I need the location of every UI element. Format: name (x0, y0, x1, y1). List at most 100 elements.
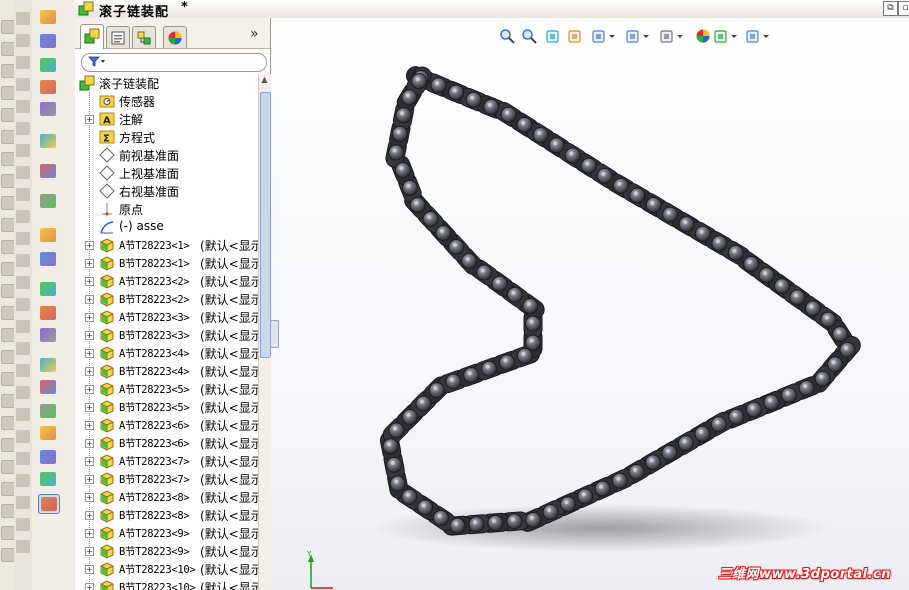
tree-item[interactable]: 传感器 (75, 92, 258, 110)
command-tab-icon[interactable] (1, 328, 15, 342)
tree-item[interactable]: 右视基准面 (75, 182, 258, 200)
command-tab-icon[interactable] (1, 284, 15, 298)
feature-filter-input[interactable] (81, 53, 267, 72)
tree-item[interactable]: + B节T28223<6> (默认<显示 (75, 434, 258, 452)
command-tab-icon[interactable] (16, 232, 30, 245)
command-tab-icon[interactable] (1, 86, 15, 100)
command-tab-icon[interactable] (16, 100, 30, 113)
command-tab-icon[interactable] (1, 218, 15, 232)
command-tool-icon[interactable] (38, 424, 58, 442)
tree-item[interactable]: + A节T28223<2> (默认<显示 (75, 272, 258, 290)
command-tab-icon[interactable] (1, 526, 15, 540)
command-tab-icon[interactable] (16, 144, 30, 157)
command-tab-icon[interactable] (1, 20, 15, 34)
command-tab-icon[interactable] (16, 518, 30, 531)
command-tool-icon[interactable] (38, 78, 58, 96)
tree-item[interactable]: + A节T28223<4> (默认<显示 (75, 344, 258, 362)
command-tool-icon[interactable] (38, 326, 58, 344)
expand-toggle[interactable]: + (85, 511, 94, 520)
expand-toggle[interactable]: + (85, 421, 94, 430)
command-tab-icon[interactable] (16, 320, 30, 333)
command-tab-icon[interactable] (1, 504, 15, 518)
command-tab-icon[interactable] (1, 196, 15, 210)
command-tab-icon[interactable] (16, 452, 30, 465)
expand-toggle[interactable]: + (85, 475, 94, 484)
command-tool-icon[interactable] (38, 402, 58, 420)
scrollbar-thumb[interactable] (260, 92, 271, 358)
command-tab-icon[interactable] (1, 482, 15, 496)
graphics-area[interactable]: Y 三维网www.3dportal.cn (271, 18, 909, 590)
tree-item[interactable]: + B节T28223<3> (默认<显示 (75, 326, 258, 344)
command-tab-icon[interactable] (1, 416, 15, 430)
command-tab-icon[interactable] (16, 34, 30, 47)
expand-toggle[interactable]: + (85, 493, 94, 502)
command-tool-icon[interactable] (38, 304, 58, 322)
expand-toggle[interactable]: + (85, 583, 94, 590)
tree-item[interactable]: + B节T28223<4> (默认<显示 (75, 362, 258, 380)
command-tab-icon[interactable] (16, 408, 30, 421)
command-tool-icon[interactable] (38, 132, 58, 150)
tree-item[interactable]: 上视基准面 (75, 164, 258, 182)
command-tab-icon[interactable] (1, 306, 15, 320)
tree-item[interactable]: + A节T28223<5> (默认<显示 (75, 380, 258, 398)
command-tab-icon[interactable] (1, 372, 15, 386)
command-tool-icon[interactable] (38, 226, 58, 244)
tree-item[interactable]: + B节T28223<9> (默认<显示 (75, 542, 258, 560)
expand-toggle[interactable]: + (85, 367, 94, 376)
roller-chain-model[interactable] (271, 18, 909, 590)
command-tab-icon[interactable] (1, 64, 15, 78)
command-tab-icon[interactable] (1, 438, 15, 452)
command-tab-icon[interactable] (16, 254, 30, 267)
command-tool-icon[interactable] (38, 470, 58, 488)
tree-item[interactable]: + A节T28223<1> (默认<显示 (75, 236, 258, 254)
expand-toggle[interactable]: + (85, 331, 94, 340)
expand-toggle[interactable]: + (85, 547, 94, 556)
tree-item[interactable]: + B节T28223<5> (默认<显示 (75, 398, 258, 416)
command-tab-icon[interactable] (1, 548, 15, 562)
command-tab-icon[interactable] (1, 42, 15, 56)
command-tab-icon[interactable] (16, 430, 30, 443)
command-tab-icon[interactable] (1, 108, 15, 122)
tree-item[interactable]: + B节T28223<1> (默认<显示 (75, 254, 258, 272)
command-tool-icon[interactable] (38, 494, 60, 514)
tree-item[interactable]: Σ 方程式 (75, 128, 258, 146)
command-tool-icon[interactable] (38, 32, 58, 50)
command-tab-icon[interactable] (16, 122, 30, 135)
close-window-button[interactable]: ▫ (898, 1, 909, 16)
expand-toggle[interactable]: + (85, 241, 94, 250)
tree-item[interactable]: (-) asse (75, 218, 258, 236)
command-tool-icon[interactable] (38, 448, 58, 466)
command-tab-icon[interactable] (16, 540, 30, 553)
command-tab-icon[interactable] (16, 56, 30, 69)
command-tool-icon[interactable] (38, 378, 58, 396)
command-tab-icon[interactable] (16, 386, 30, 399)
expand-toggle[interactable]: + (85, 439, 94, 448)
command-tab-icon[interactable] (16, 166, 30, 179)
tree-item[interactable]: 原点 (75, 200, 258, 218)
command-tab-icon[interactable] (16, 496, 30, 509)
feature-tree-scrollbar[interactable]: ▲ (258, 74, 271, 590)
expand-toggle[interactable]: + (85, 529, 94, 538)
command-tab-icon[interactable] (16, 78, 30, 91)
expand-toggle[interactable]: + (85, 115, 94, 124)
tree-item[interactable]: + A节T28223<9> (默认<显示 (75, 524, 258, 542)
command-tab-icon[interactable] (16, 276, 30, 289)
tab-property-manager[interactable] (106, 26, 130, 48)
tab-feature-manager-tree[interactable] (80, 24, 104, 49)
scroll-up-arrow[interactable]: ▲ (260, 75, 269, 88)
command-tab-icon[interactable] (1, 394, 15, 408)
tab-display-manager[interactable] (163, 26, 187, 48)
expand-toggle[interactable]: + (85, 277, 94, 286)
command-tab-icon[interactable] (16, 188, 30, 201)
expand-toggle[interactable]: + (85, 295, 94, 304)
command-tab-icon[interactable] (1, 240, 15, 254)
command-tab-icon[interactable] (16, 12, 30, 25)
tree-item[interactable]: + A节T28223<10> (默认<显示 (75, 560, 258, 578)
tree-item[interactable]: + B节T28223<2> (默认<显示 (75, 290, 258, 308)
command-tab-icon[interactable] (1, 152, 15, 166)
expand-toggle[interactable]: + (85, 349, 94, 358)
command-tab-icon[interactable] (16, 298, 30, 311)
command-tool-icon[interactable] (38, 162, 58, 180)
command-tab-icon[interactable] (1, 130, 15, 144)
command-tab-icon[interactable] (16, 210, 30, 223)
